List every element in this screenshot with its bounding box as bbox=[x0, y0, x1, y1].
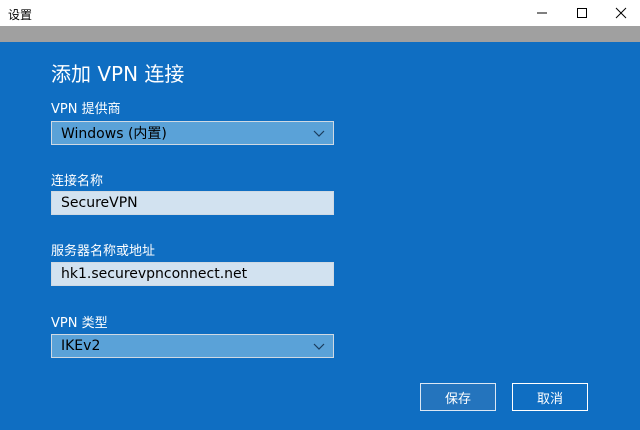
chevron-down-icon bbox=[313, 130, 325, 137]
dialog-heading: 添加 VPN 连接 bbox=[51, 62, 185, 86]
server-input[interactable]: hk1.securevpnconnect.net bbox=[51, 262, 334, 286]
minimize-icon bbox=[537, 12, 547, 14]
connection-name-input[interactable]: SecureVPN bbox=[51, 191, 334, 215]
vpn-type-label: VPN 类型 bbox=[51, 316, 108, 331]
window-title: 设置 bbox=[8, 8, 33, 22]
close-button[interactable] bbox=[604, 0, 638, 26]
server-value: hk1.securevpnconnect.net bbox=[61, 266, 248, 282]
add-vpn-dialog: 添加 VPN 连接 VPN 提供商 Windows (内置) 连接名称 Secu… bbox=[0, 42, 640, 430]
minimize-button[interactable] bbox=[525, 0, 559, 26]
title-bar: 设置 bbox=[0, 0, 640, 26]
maximize-icon bbox=[577, 8, 587, 18]
maximize-button[interactable] bbox=[565, 0, 599, 26]
provider-label: VPN 提供商 bbox=[51, 102, 121, 117]
server-label: 服务器名称或地址 bbox=[51, 244, 156, 259]
cancel-button[interactable]: 取消 bbox=[512, 383, 588, 411]
provider-value: Windows (内置) bbox=[61, 126, 167, 142]
provider-select[interactable]: Windows (内置) bbox=[51, 121, 334, 145]
vpn-type-value: IKEv2 bbox=[61, 338, 101, 354]
dimmed-background bbox=[0, 26, 640, 42]
close-icon bbox=[615, 7, 627, 19]
vpn-type-select[interactable]: IKEv2 bbox=[51, 334, 334, 358]
connection-name-label: 连接名称 bbox=[51, 174, 104, 189]
chevron-down-icon bbox=[313, 343, 325, 350]
save-button[interactable]: 保存 bbox=[420, 383, 496, 411]
connection-name-value: SecureVPN bbox=[61, 195, 138, 211]
